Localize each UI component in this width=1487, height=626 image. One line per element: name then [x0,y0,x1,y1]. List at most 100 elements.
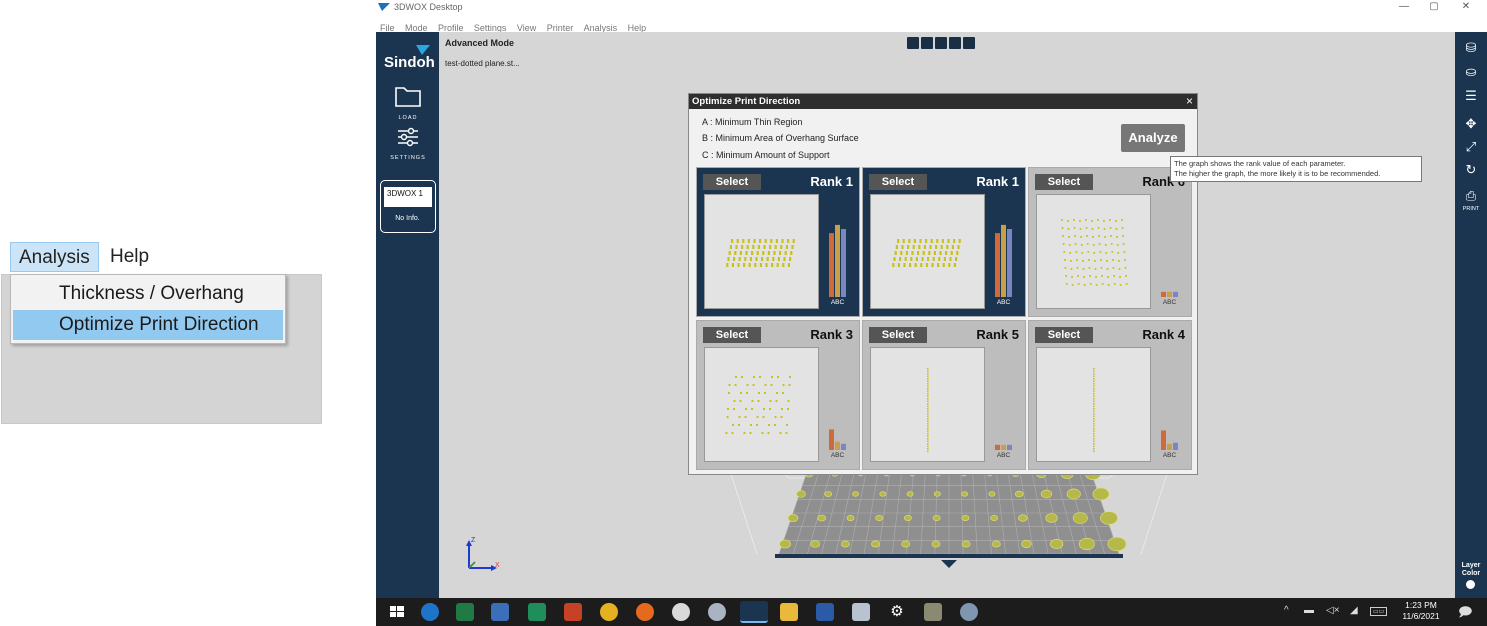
rank-card[interactable]: Select Rank 5 ABC [862,320,1026,470]
printer-name: 3DWOX 1 [384,187,432,207]
bar-a [1161,430,1166,450]
dialog-close-button[interactable]: × [1186,94,1193,108]
rank-card[interactable]: Select Rank 3 ABC [696,320,860,470]
database-edit-icon[interactable]: ⛀ [1463,64,1479,80]
view-front-icon[interactable] [921,37,933,49]
print-icon[interactable]: ⎙ [1463,188,1479,204]
bar-b [1001,224,1006,297]
view-iso-icon[interactable] [907,37,919,49]
chrome-icon[interactable] [600,603,618,621]
rank-bar-chart [1161,430,1178,450]
orientation-preview [1036,347,1151,462]
layer-color-toggle[interactable] [1466,580,1475,589]
axis-x-label: X [495,562,500,569]
rank-label: Rank 1 [976,174,1019,189]
analyze-button[interactable]: Analyze [1121,124,1185,152]
tray-battery-icon[interactable]: ▬ [1304,605,1314,616]
menu-item-optimize-print-direction[interactable]: Optimize Print Direction [13,310,283,340]
paint-icon[interactable] [491,603,509,621]
rank-label: Rank 3 [810,327,853,342]
database-icon[interactable]: ⛁ [1463,40,1479,56]
tray-volume-icon[interactable]: ◁× [1326,605,1340,616]
tray-keyboard-icon[interactable]: ▭▭ [1370,607,1388,616]
inset-menu-help[interactable]: Help [102,242,157,272]
itunes-icon[interactable] [672,603,690,621]
photos-icon[interactable] [924,603,942,621]
layer-color-label-1: Layer [1461,562,1481,569]
rank-label: Rank 1 [810,174,853,189]
rank-card[interactable]: Select Rank 1 ABC [696,167,860,317]
taskbar-clock[interactable]: 1:23 PM 11/6/2021 [1396,600,1446,622]
firefox-icon[interactable] [636,603,654,621]
notepad-icon[interactable] [852,603,870,621]
settings-gear-icon[interactable]: ⚙ [888,603,906,621]
rank-graph [1153,194,1186,309]
tray-chevron-icon[interactable]: ^ [1284,605,1289,616]
rank-graph [821,347,854,462]
bar-a [829,429,834,450]
bar-a [1161,291,1166,297]
rank-card[interactable]: Select Rank 6 ABC [1028,167,1192,317]
load-button[interactable]: LOAD [390,84,426,121]
platform-arrow-icon[interactable] [941,560,957,568]
menu-item-thickness-overhang[interactable]: Thickness / Overhang [13,279,283,309]
brand-logo: Sindoh [384,54,435,71]
settings-label: SETTINGS [390,155,426,161]
bar-c [1173,291,1178,297]
bar-b [1167,443,1172,450]
file-explorer-icon[interactable] [780,603,798,621]
view-right-icon[interactable] [963,37,975,49]
select-button[interactable]: Select [703,327,761,343]
rank-graph [1153,347,1186,462]
rank-bar-chart [829,224,846,297]
clock-time: 1:23 PM [1405,600,1437,610]
left-sidebar: Sindoh LOAD SETTINGS 3DWOX 1 No Info. [376,32,439,598]
publisher-icon[interactable] [528,603,546,621]
ie-icon[interactable] [421,603,439,621]
tooltip-line-2: The higher the graph, the more likely it… [1174,169,1381,178]
axis-indicator: Z X [466,537,500,571]
rank-label: Rank 4 [1142,327,1185,342]
bar-c [841,443,846,450]
orientation-preview [870,194,985,309]
excel-icon[interactable] [456,603,474,621]
rank-card[interactable]: Select Rank 1 ABC [862,167,1026,317]
rank-graph [987,347,1020,462]
select-button[interactable]: Select [1035,174,1093,190]
folder-icon [395,87,421,107]
bar-b [1001,444,1006,450]
select-button[interactable]: Select [703,174,761,190]
close-window-button[interactable]: ✕ [1456,1,1476,12]
tooltip-line-1: The graph shows the rank value of each p… [1174,159,1346,168]
notification-icon[interactable]: 🗩 [1458,603,1472,625]
inset-analysis-dropdown: Thickness / Overhang Optimize Print Dire… [10,274,286,344]
word-icon[interactable] [816,603,834,621]
scale-icon[interactable]: ⤢ [1463,139,1479,155]
maximize-button[interactable]: ▢ [1424,1,1444,12]
rank-card[interactable]: Select Rank 4 ABC [1028,320,1192,470]
settings-button[interactable]: SETTINGS [390,126,426,161]
inset-menu-analysis[interactable]: Analysis [10,242,99,272]
select-button[interactable]: Select [869,174,927,190]
move-icon[interactable]: ✥ [1463,116,1479,132]
minimize-button[interactable]: — [1394,1,1414,12]
model-preview-drawing [927,368,929,453]
tray-network-icon[interactable]: ◢ [1350,605,1358,616]
view-left-icon[interactable] [949,37,961,49]
start-icon[interactable] [388,603,406,621]
paint3d-icon[interactable] [960,603,978,621]
3dwox-taskbar-icon[interactable] [740,601,768,623]
rank-graph [987,194,1020,309]
legend-a: A : Minimum Thin Region [702,117,803,127]
view-top-icon[interactable] [935,37,947,49]
app-logo-icon [378,3,390,11]
graph-tooltip: The graph shows the rank value of each p… [1170,156,1422,182]
bar-a [829,233,834,297]
app-ghost-icon[interactable] [708,603,726,621]
select-button[interactable]: Select [1035,327,1093,343]
rotate-icon[interactable]: ↻ [1463,162,1479,178]
printer-card[interactable]: 3DWOX 1 No Info. [380,180,436,233]
stack-icon[interactable]: ☰ [1463,88,1479,104]
powerpoint-icon[interactable] [564,603,582,621]
select-button[interactable]: Select [869,327,927,343]
